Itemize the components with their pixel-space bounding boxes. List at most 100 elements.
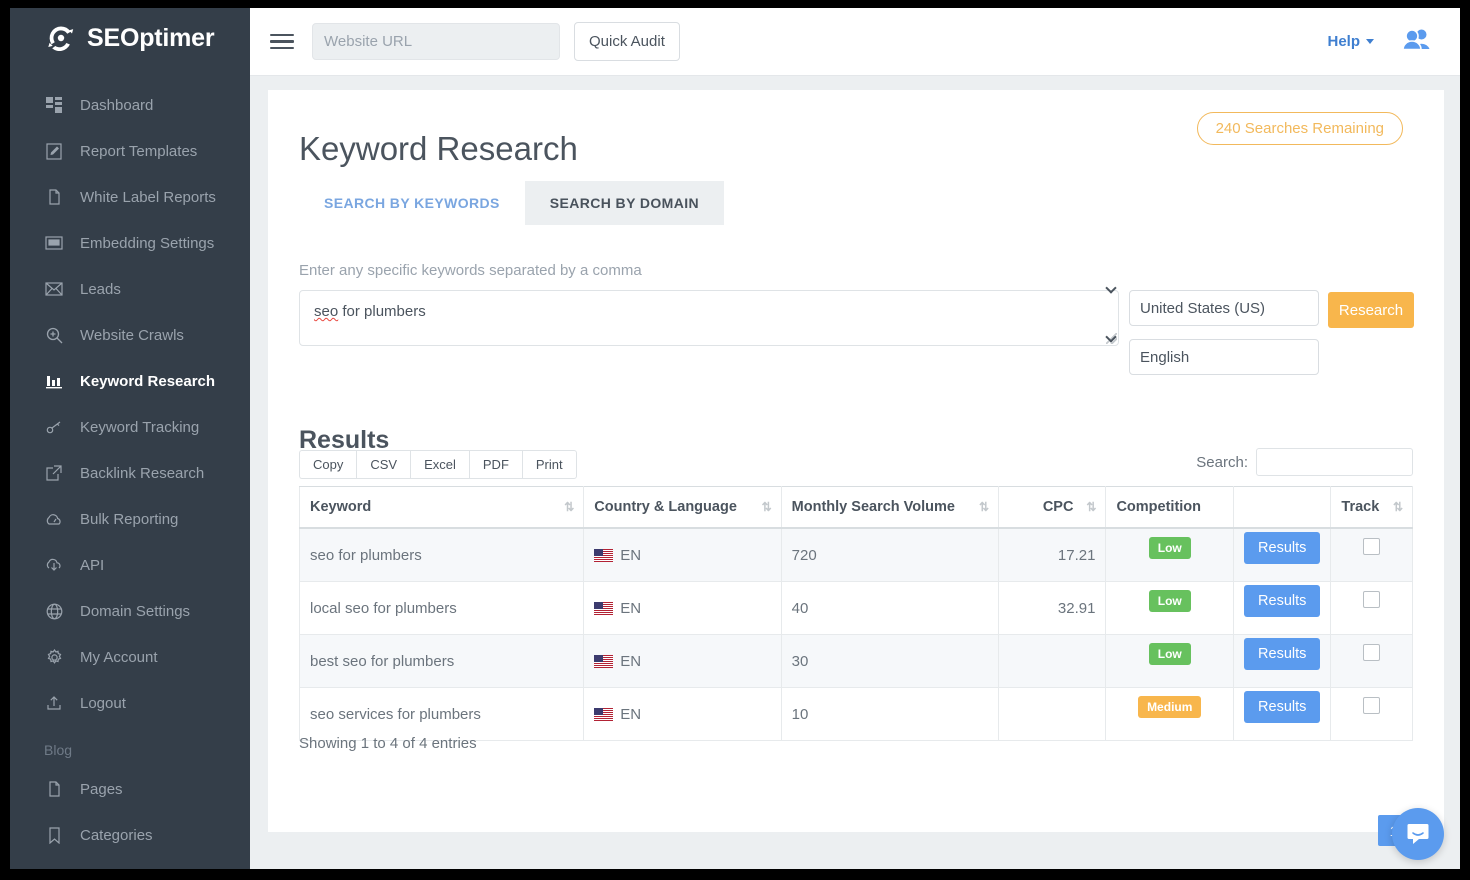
sort-icon: ⇅ [564,500,573,514]
cloud-gauge-icon [44,513,64,526]
sort-icon: ⇅ [1393,500,1402,514]
edit-document-icon [44,143,64,160]
column-label: Track [1341,499,1379,515]
sidebar-item-domain-settings[interactable]: Domain Settings [10,588,250,634]
help-menu[interactable]: Help [1327,33,1374,50]
country-select[interactable]: United States (US) [1129,290,1319,326]
cell-monthly-search-volume: 40 [781,582,998,635]
sidebar-item-api[interactable]: API [10,542,250,588]
quick-audit-button[interactable]: Quick Audit [574,22,680,61]
gear-icon [44,649,64,666]
sidebar-item-my-account[interactable]: My Account [10,634,250,680]
upload-logout-icon [44,695,64,711]
tab-search-by-domain[interactable]: SEARCH BY DOMAIN [525,181,724,225]
cell-track [1331,635,1413,688]
sidebar-section-blog: Blog [10,726,250,766]
sidebar-item-label: White Label Reports [80,189,216,206]
sidebar-item-logout[interactable]: Logout [10,680,250,726]
cell-competition: Low [1106,582,1234,635]
table-search-label: Search: [1196,454,1248,471]
globe-icon [44,603,64,620]
sidebar-item-label: Report Templates [80,143,197,160]
sidebar-item-white-label-reports[interactable]: White Label Reports [10,174,250,220]
people-icon[interactable] [1402,28,1432,55]
table-head: Keyword ⇅ Country & Language ⇅ Monthly S… [300,487,1413,529]
cell-cpc: 17.21 [999,528,1106,582]
tab-search-by-keywords[interactable]: SEARCH BY KEYWORDS [299,181,525,225]
row-results-button[interactable]: Results [1244,638,1320,670]
keywords-hint: Enter any specific keywords separated by… [299,262,642,279]
sort-icon: ⇅ [1086,500,1095,514]
row-results-button[interactable]: Results [1244,691,1320,723]
sidebar-item-label: Bulk Reporting [80,511,178,528]
sidebar-item-bulk-reporting[interactable]: Bulk Reporting [10,496,250,542]
sidebar-item-keyword-tracking[interactable]: Keyword Tracking [10,404,250,450]
column-header-keyword[interactable]: Keyword ⇅ [300,487,584,529]
column-header-actions [1234,487,1331,529]
column-header-cpc[interactable]: CPC ⇅ [999,487,1106,529]
csv-button[interactable]: CSV [356,450,410,479]
sidebar-item-backlink-research[interactable]: Backlink Research [10,450,250,496]
keywords-textarea[interactable]: seo for plumbers [299,290,1119,346]
window-frame-bottom [0,869,1470,880]
sidebar-item-label: Website Crawls [80,327,184,344]
column-header-monthly-search-volume[interactable]: Monthly Search Volume ⇅ [781,487,998,529]
searches-remaining-badge[interactable]: 240 Searches Remaining [1197,112,1403,145]
sidebar-item-label: Logout [80,695,126,712]
cell-competition: Low [1106,635,1234,688]
brand-name: SEOptimer [87,24,214,53]
row-results-button[interactable]: Results [1244,585,1320,617]
table-row: local seo for plumbers EN 40 32.91 Low R… [300,582,1413,635]
track-checkbox[interactable] [1363,644,1380,661]
row-results-button[interactable]: Results [1244,532,1320,564]
brand-logo-area[interactable]: SEOptimer [10,0,250,76]
track-checkbox[interactable] [1363,591,1380,608]
excel-button[interactable]: Excel [410,450,469,479]
cell-cpc: 32.91 [999,582,1106,635]
language-select[interactable]: English [1129,339,1319,375]
cell-country-language: EN [584,528,781,582]
cell-actions: Results [1234,688,1331,741]
column-header-track[interactable]: Track ⇅ [1331,487,1413,529]
column-label: Country & Language [594,499,737,515]
window-frame-right [1460,0,1470,880]
sidebar-item-label: API [80,557,104,574]
sidebar-item-categories[interactable]: Categories [10,812,250,858]
intercom-chat-icon[interactable] [1392,808,1444,860]
language-code: EN [620,653,641,670]
cell-monthly-search-volume: 720 [781,528,998,582]
copy-button[interactable]: Copy [299,450,356,479]
magnifier-plus-icon [44,327,64,344]
table-search-input[interactable] [1256,448,1413,476]
print-button[interactable]: Print [522,450,577,479]
sidebar-item-label: Keyword Tracking [80,419,199,436]
table-row: best seo for plumbers EN 30 Low Results [300,635,1413,688]
column-header-country-language[interactable]: Country & Language ⇅ [584,487,781,529]
cell-competition: Medium [1106,688,1234,741]
window-frame-top [0,0,1470,8]
cell-keyword: seo for plumbers [300,528,584,582]
sidebar-item-label: Categories [80,827,153,844]
column-label: Competition [1116,499,1201,515]
sidebar-item-keyword-research[interactable]: Keyword Research [10,358,250,404]
table-search-group: Search: [1196,448,1413,476]
copy-document-icon [44,189,64,206]
sidebar-item-website-crawls[interactable]: Website Crawls [10,312,250,358]
sidebar-item-pages[interactable]: Pages [10,766,250,812]
language-code: EN [620,706,641,723]
topbar-right-group: Help [1327,28,1460,55]
competition-badge: Low [1149,590,1191,612]
research-button[interactable]: Research [1328,292,1414,328]
track-checkbox[interactable] [1363,697,1380,714]
column-header-competition[interactable]: Competition [1106,487,1234,529]
sidebar-item-leads[interactable]: Leads [10,266,250,312]
track-checkbox[interactable] [1363,538,1380,555]
website-url-input[interactable] [312,23,560,60]
competition-badge: Medium [1138,696,1201,718]
sidebar-item-report-templates[interactable]: Report Templates [10,128,250,174]
sidebar-item-dashboard[interactable]: Dashboard [10,82,250,128]
pdf-button[interactable]: PDF [469,450,522,479]
sidebar-item-embedding-settings[interactable]: Embedding Settings [10,220,250,266]
hamburger-icon[interactable] [270,30,294,54]
cell-keyword: local seo for plumbers [300,582,584,635]
